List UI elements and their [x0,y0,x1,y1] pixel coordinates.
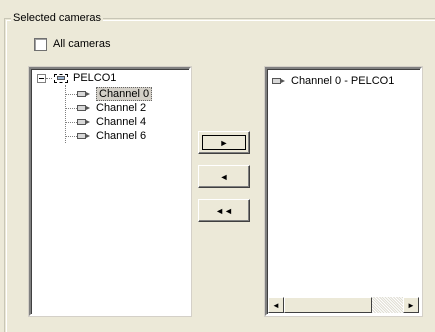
remove-all-cameras-button[interactable]: ◄◄ [198,199,250,222]
tree-node-label: Channel 0 [96,87,153,101]
available-cameras-tree[interactable]: PELCO1 Channel 0 Channel 2 Channel 4 Cha… [28,66,192,317]
tree-node-channel-2[interactable]: Channel 2 [77,101,146,115]
tree-node-label: Channel 4 [96,116,147,128]
tree-node-pelco1[interactable]: PELCO1 [53,71,116,85]
camera-icon [77,118,91,126]
tree-node-label: Channel 6 [96,130,147,142]
all-cameras-row[interactable]: All cameras [34,37,110,51]
arrow-left-icon: ◄ [272,300,280,310]
selected-cameras-list[interactable]: Channel 0 - PELCO1 ◄ ► [264,66,423,317]
arrow-left-icon: ◄ [219,171,229,182]
all-cameras-label[interactable]: All cameras [53,37,110,51]
selected-cameras-dialog: Selected cameras All cameras PELCO1 Chan… [0,0,435,332]
add-camera-button[interactable]: ► [198,131,250,154]
tree-node-label: PELCO1 [73,72,117,84]
arrow-right-icon: ► [407,300,415,310]
dvr-icon [53,72,69,84]
scroll-right-button[interactable]: ► [403,297,419,313]
list-item-label: Channel 0 - PELCO1 [291,75,395,87]
tree-node-channel-0[interactable]: Channel 0 [77,87,153,101]
tree-node-label: Channel 2 [96,102,147,114]
tree-node-channel-4[interactable]: Channel 4 [77,115,146,129]
remove-camera-button[interactable]: ◄ [198,165,250,188]
tree-node-channel-6[interactable]: Channel 6 [77,129,146,143]
scrollbar-track[interactable] [372,297,403,313]
camera-icon [77,90,91,98]
double-arrow-left-icon: ◄◄ [215,205,233,216]
camera-icon [77,104,91,112]
scrollbar-thumb[interactable] [284,297,372,313]
scroll-left-button[interactable]: ◄ [268,297,284,313]
list-item[interactable]: Channel 0 - PELCO1 [272,74,394,88]
group-title: Selected cameras [11,11,104,25]
horizontal-scrollbar[interactable]: ◄ ► [268,297,419,313]
all-cameras-checkbox[interactable] [34,37,47,51]
camera-icon [77,132,91,140]
collapse-toggle[interactable] [37,74,46,83]
camera-icon [272,77,286,85]
